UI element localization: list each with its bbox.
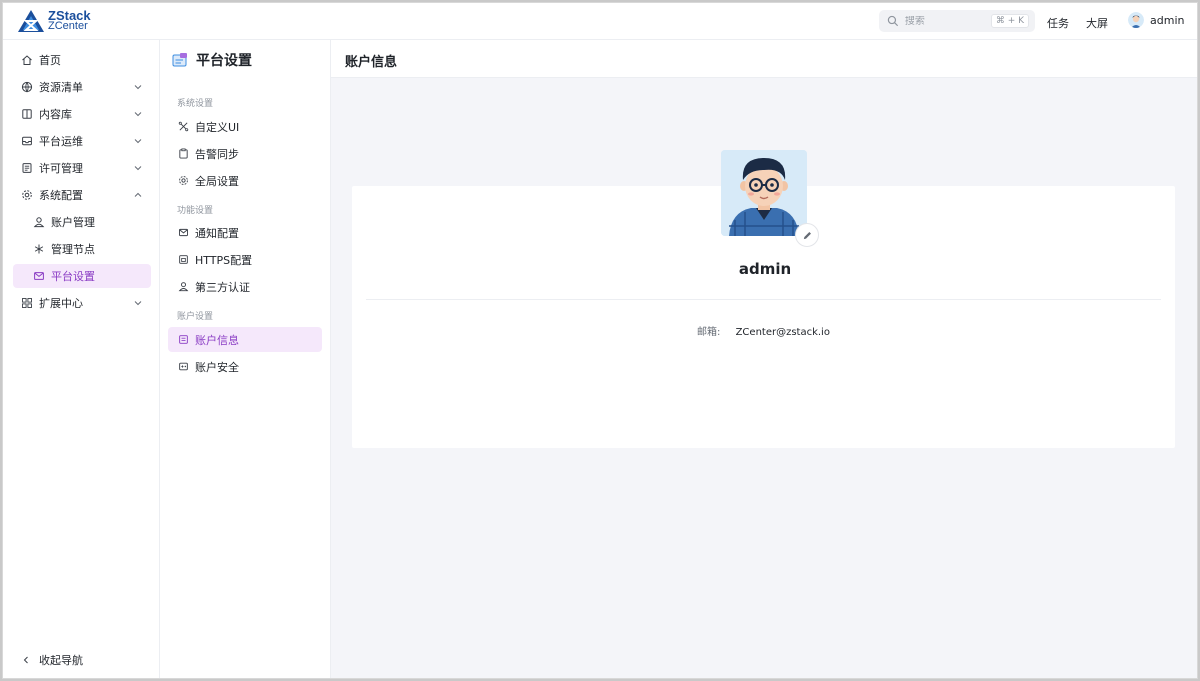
license-icon (22, 163, 32, 173)
chevron-down-icon (134, 85, 142, 90)
page-header: 账户信息 (331, 40, 1197, 78)
nav-item-account-mgmt[interactable]: 账户管理 (13, 210, 151, 234)
asterisk-icon (34, 244, 44, 254)
email-row: 邮箱: ZCenter@zstack.io (352, 323, 1175, 338)
subnav-item-custom-ui[interactable]: 自定义UI (168, 114, 322, 139)
card-divider (366, 299, 1161, 300)
user-icon (178, 282, 189, 292)
platform-settings-icon (172, 53, 187, 67)
grid-icon (22, 298, 32, 308)
subnav-header: 平台设置 (172, 50, 252, 70)
nav-item-nodes[interactable]: 管理节点 (13, 237, 151, 261)
big-screen-link[interactable]: 大屏 (1086, 15, 1108, 31)
zstack-logo-icon (18, 10, 44, 32)
nav-item-system-config[interactable]: 系统配置 (13, 183, 151, 207)
subnav-item-global-settings[interactable]: 全局设置 (168, 168, 322, 193)
gear-icon (22, 190, 32, 200)
chevron-down-icon (134, 112, 142, 117)
edit-avatar-button[interactable] (795, 223, 819, 247)
subnav-item-third-party-auth[interactable]: 第三方认证 (168, 274, 322, 299)
brand-product: ZCenter (48, 20, 88, 32)
subnav-item-account-security[interactable]: 账户安全 (168, 354, 322, 379)
user-icon (33, 217, 45, 228)
nav-label: 首页 (39, 54, 61, 67)
certificate-icon (179, 255, 188, 264)
mail-icon (179, 228, 188, 237)
nav-label: 管理节点 (51, 243, 95, 256)
subnav-title: 平台设置 (196, 53, 252, 69)
primary-sidebar: 首页 资源清单 内容库 平台运维 许可管理 系统配置 账户管理 管理节点 平台设… (3, 40, 160, 678)
app-window: ZStack ZCenter ⌘ + K 任务 大屏 admin (2, 2, 1198, 679)
id-card-icon (179, 335, 188, 344)
nav-item-platform-settings[interactable]: 平台设置 (13, 264, 151, 288)
nav-label: 内容库 (39, 108, 72, 121)
clipboard-icon (179, 148, 188, 159)
gear-icon (179, 176, 188, 185)
profile-avatar (721, 150, 807, 236)
nav-item-home[interactable]: 首页 (13, 48, 151, 72)
profile-username: admin (738, 260, 792, 278)
subnav-label: 账户安全 (195, 360, 239, 374)
search-box[interactable]: ⌘ + K (879, 10, 1035, 32)
nav-label: 系统配置 (39, 189, 83, 202)
globe-icon (21, 81, 33, 93)
mail-icon (34, 272, 44, 280)
nav-label: 平台设置 (51, 270, 95, 283)
inbox-icon (22, 136, 32, 146)
user-avatar-icon (1128, 12, 1144, 28)
group-title-system: 系统设置 (177, 99, 214, 109)
home-icon (22, 55, 32, 65)
book-icon (22, 109, 32, 119)
nav-label: 扩展中心 (39, 297, 83, 310)
username-label: admin (1150, 13, 1185, 27)
nav-item-resources[interactable]: 资源清单 (13, 75, 151, 99)
nav-item-license[interactable]: 许可管理 (13, 156, 151, 180)
settings-subnav: 平台设置 系统设置 自定义UI 告警同步 全局设置 功能设置 通知配置 HTTP… (160, 40, 331, 678)
tasks-link[interactable]: 任务 (1047, 15, 1069, 31)
pencil-icon (803, 231, 811, 239)
search-shortcut-hint: ⌘ + K (990, 14, 1029, 28)
email-label: 邮箱: (697, 327, 721, 338)
nav-item-extensions[interactable]: 扩展中心 (13, 291, 151, 315)
main-content: 账户信息 邮箱: ZCenter@zstack.io admin (331, 40, 1197, 678)
tools-icon (178, 121, 189, 132)
subnav-label: 第三方认证 (195, 280, 250, 294)
collapse-nav-button[interactable]: 收起导航 (21, 652, 83, 668)
chevron-down-icon (134, 301, 142, 306)
chevron-left-icon (23, 656, 28, 664)
brand-logo[interactable]: ZStack ZCenter (17, 9, 91, 33)
avatar-illustration-icon (721, 150, 807, 236)
collapse-nav-label: 收起导航 (39, 654, 83, 667)
subnav-label: 告警同步 (195, 147, 239, 161)
nav-label: 资源清单 (39, 81, 83, 94)
subnav-item-alarm-sync[interactable]: 告警同步 (168, 141, 322, 166)
subnav-label: 账户信息 (195, 333, 239, 347)
top-bar: ZStack ZCenter ⌘ + K 任务 大屏 admin (3, 3, 1197, 40)
subnav-label: HTTPS配置 (195, 253, 253, 267)
search-icon (887, 15, 899, 27)
email-value: ZCenter@zstack.io (735, 327, 830, 338)
subnav-label: 通知配置 (195, 226, 239, 240)
subnav-item-https[interactable]: HTTPS配置 (168, 247, 322, 272)
security-icon (179, 362, 188, 371)
nav-item-content[interactable]: 内容库 (13, 102, 151, 126)
nav-label: 平台运维 (39, 135, 83, 148)
search-input[interactable] (904, 15, 991, 27)
nav-item-ops[interactable]: 平台运维 (13, 129, 151, 153)
subnav-label: 全局设置 (195, 174, 239, 188)
nav-label: 账户管理 (51, 216, 95, 229)
chevron-down-icon (134, 139, 142, 144)
subnav-item-notify[interactable]: 通知配置 (168, 220, 322, 245)
nav-label: 许可管理 (39, 162, 83, 175)
subnav-item-account-info[interactable]: 账户信息 (168, 327, 322, 352)
chevron-down-icon (134, 166, 142, 171)
chevron-up-icon (134, 192, 142, 197)
subnav-label: 自定义UI (195, 120, 240, 134)
page-title: 账户信息 (345, 55, 398, 70)
group-title-feature: 功能设置 (177, 206, 214, 216)
user-menu[interactable]: admin (1128, 12, 1184, 28)
group-title-account: 账户设置 (177, 312, 214, 322)
